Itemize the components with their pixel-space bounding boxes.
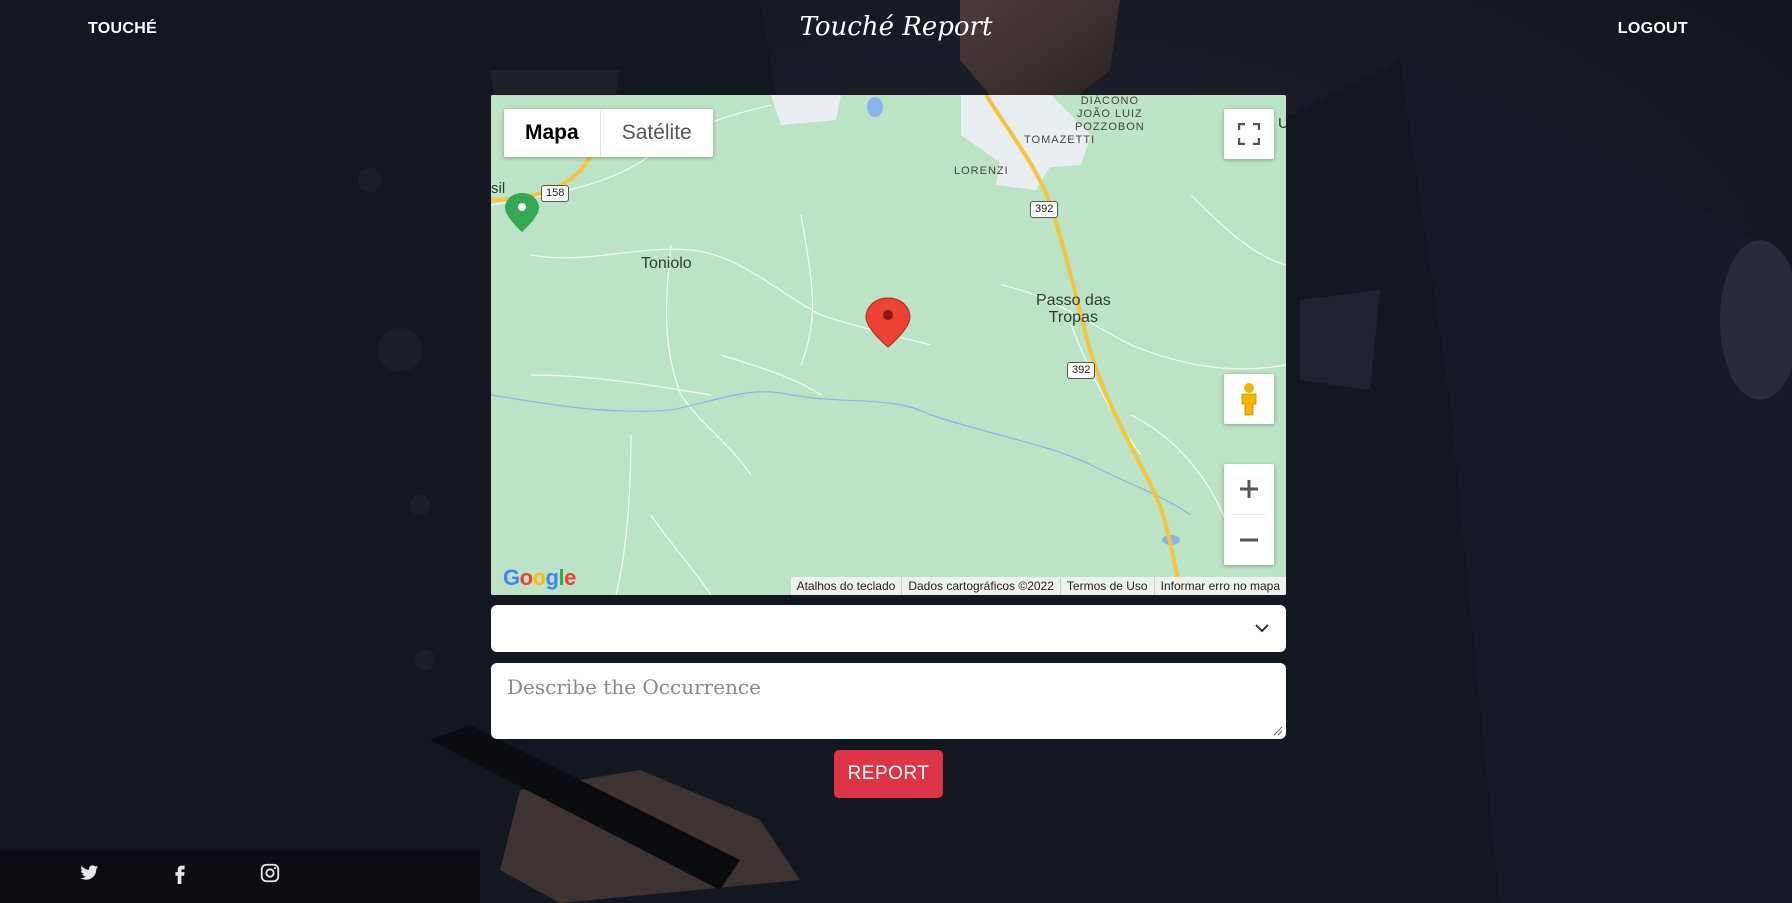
- pegman-button[interactable]: [1224, 374, 1274, 424]
- facebook-icon: [175, 865, 185, 884]
- chevron-down-icon: [1255, 624, 1269, 633]
- map-type-mapa-button[interactable]: Mapa: [504, 109, 601, 157]
- map-attribution-bar: Atalhos do teclado Dados cartográficos ©…: [790, 577, 1286, 595]
- place-lorenzi: LORENZI: [954, 165, 1009, 177]
- place-toniolo: Toniolo: [641, 255, 692, 272]
- route-shield-158: 158: [541, 185, 570, 202]
- google-logo[interactable]: Google: [503, 565, 576, 591]
- resize-grip-icon[interactable]: [1273, 726, 1283, 736]
- map-type-satellite-button[interactable]: Satélite: [601, 109, 713, 157]
- instagram-icon: [260, 863, 280, 883]
- place-partial-left: sil: [491, 180, 506, 197]
- instagram-link[interactable]: [259, 862, 283, 886]
- place-tomazetti: TOMAZETTI: [1024, 134, 1096, 146]
- map-data-credit: Dados cartográficos ©2022: [901, 577, 1060, 595]
- description-placeholder: Describe the Occurrence: [507, 675, 761, 699]
- page-title: Touché Report: [799, 12, 993, 42]
- twitter-link[interactable]: [78, 862, 102, 886]
- map-type-control: Mapa Satélite: [504, 109, 713, 157]
- place-diacono: DIÁCONO JOÃO LUIZ POZZOBON: [1075, 95, 1145, 133]
- minus-icon: [1240, 538, 1258, 542]
- report-button[interactable]: REPORT: [834, 750, 943, 798]
- occurrence-type-select[interactable]: [491, 605, 1286, 652]
- zoom-in-button[interactable]: [1224, 464, 1274, 514]
- logout-link[interactable]: LOGOUT: [1618, 20, 1688, 38]
- fullscreen-icon: [1238, 123, 1260, 145]
- fullscreen-button[interactable]: [1224, 109, 1274, 159]
- terms-of-use-link[interactable]: Termos de Uso: [1059, 577, 1154, 595]
- zoom-out-button[interactable]: [1224, 515, 1274, 565]
- facebook-link[interactable]: [169, 862, 193, 886]
- keyboard-shortcuts-link[interactable]: Atalhos do teclado: [791, 577, 902, 595]
- report-map-error-link[interactable]: Informar erro no mapa: [1153, 577, 1286, 595]
- map-terrain: [491, 95, 1286, 595]
- plus-icon: [1240, 480, 1258, 498]
- place-partial-right: U: [1278, 115, 1286, 132]
- occurrence-description-input[interactable]: Describe the Occurrence: [491, 663, 1286, 739]
- route-shield-392-south: 392: [1067, 362, 1096, 379]
- place-passo-das-tropas: Passo das Tropas: [1036, 292, 1111, 326]
- route-shield-392-north: 392: [1030, 201, 1059, 218]
- map-widget[interactable]: Toniolo Passo das Tropas LORENZI TOMAZET…: [491, 95, 1286, 595]
- pegman-icon: [1241, 383, 1257, 416]
- twitter-icon: [80, 865, 99, 880]
- zoom-control: [1224, 464, 1274, 565]
